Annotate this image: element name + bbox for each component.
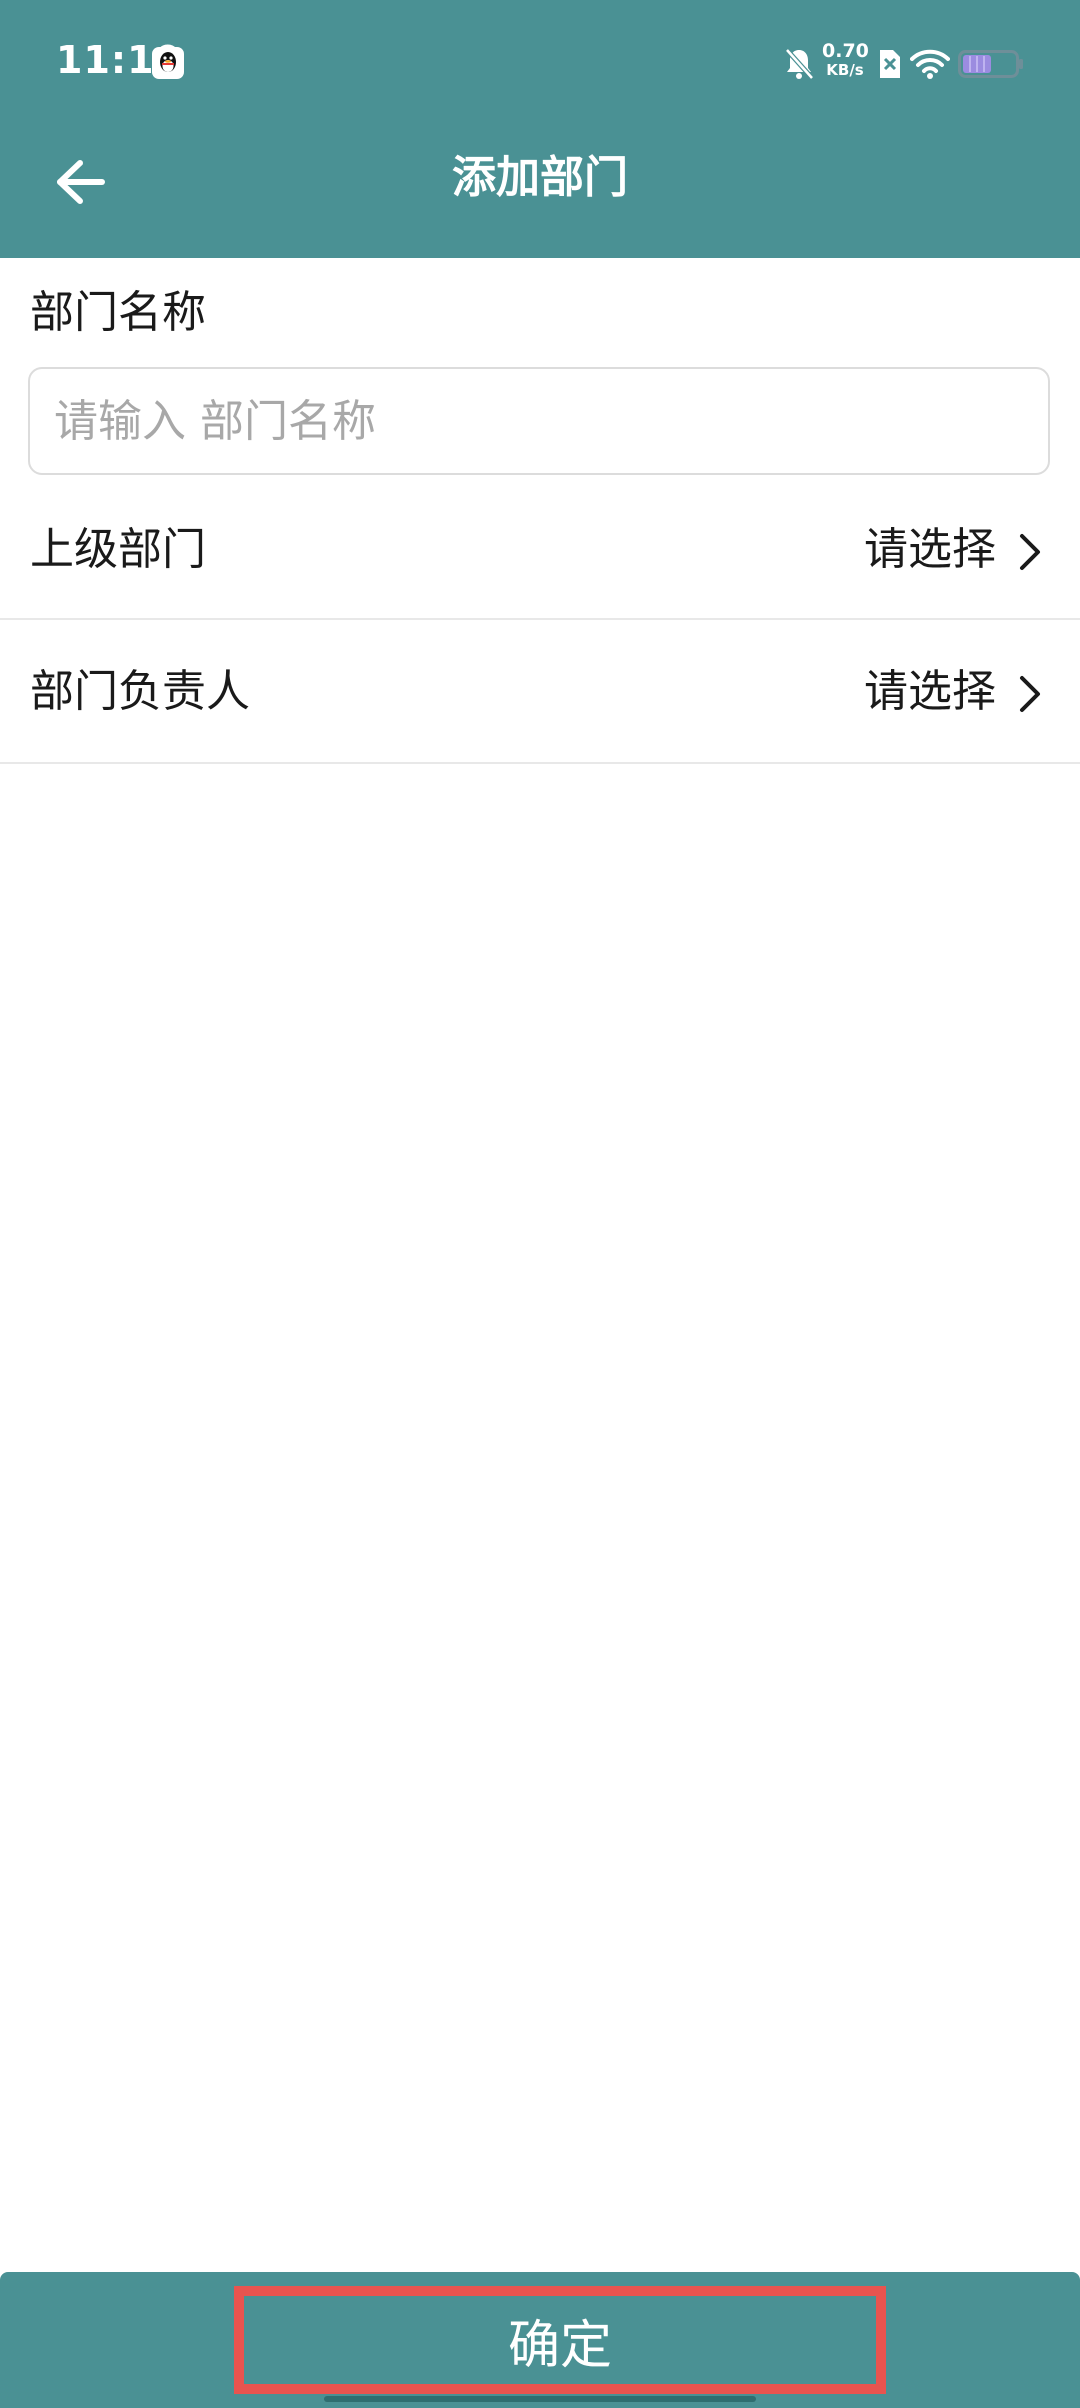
chevron-right-icon <box>1016 532 1044 572</box>
battery-icon <box>958 50 1024 78</box>
confirm-button[interactable]: 确定 <box>234 2286 886 2394</box>
page-title: 添加部门 <box>452 152 628 203</box>
department-name-label: 部门名称 <box>30 287 206 338</box>
parent-department-label: 上级部门 <box>30 524 206 575</box>
department-leader-row[interactable]: 部门负责人 请选择 <box>0 632 1080 764</box>
chevron-right-icon <box>1016 674 1044 714</box>
wifi-icon <box>910 48 950 80</box>
network-speed-value: 0.70 <box>822 40 869 62</box>
qq-icon <box>152 47 184 79</box>
parent-department-value: 请选择 <box>864 524 996 575</box>
sim-icon <box>876 48 902 80</box>
header: 11:10 0.70 KB/s 添加部门 <box>0 0 1080 258</box>
home-indicator[interactable] <box>324 2396 756 2402</box>
bottom-bar: 确定 <box>0 2272 1080 2408</box>
bell-off-icon <box>782 46 816 82</box>
status-bar: 11:10 0.70 KB/s <box>0 0 1080 128</box>
parent-department-row[interactable]: 上级部门 请选择 <box>0 490 1080 620</box>
department-leader-value: 请选择 <box>864 666 996 717</box>
network-speed: 0.70 KB/s <box>822 40 869 79</box>
department-name-input[interactable] <box>28 367 1050 475</box>
screen: 11:10 0.70 KB/s 添加部门 部门名称 请输入 部门名称 上级部门 … <box>0 0 1080 2408</box>
network-speed-unit: KB/s <box>826 61 864 79</box>
app-bar: 添加部门 <box>0 128 1080 258</box>
department-leader-label: 部门负责人 <box>30 666 250 717</box>
